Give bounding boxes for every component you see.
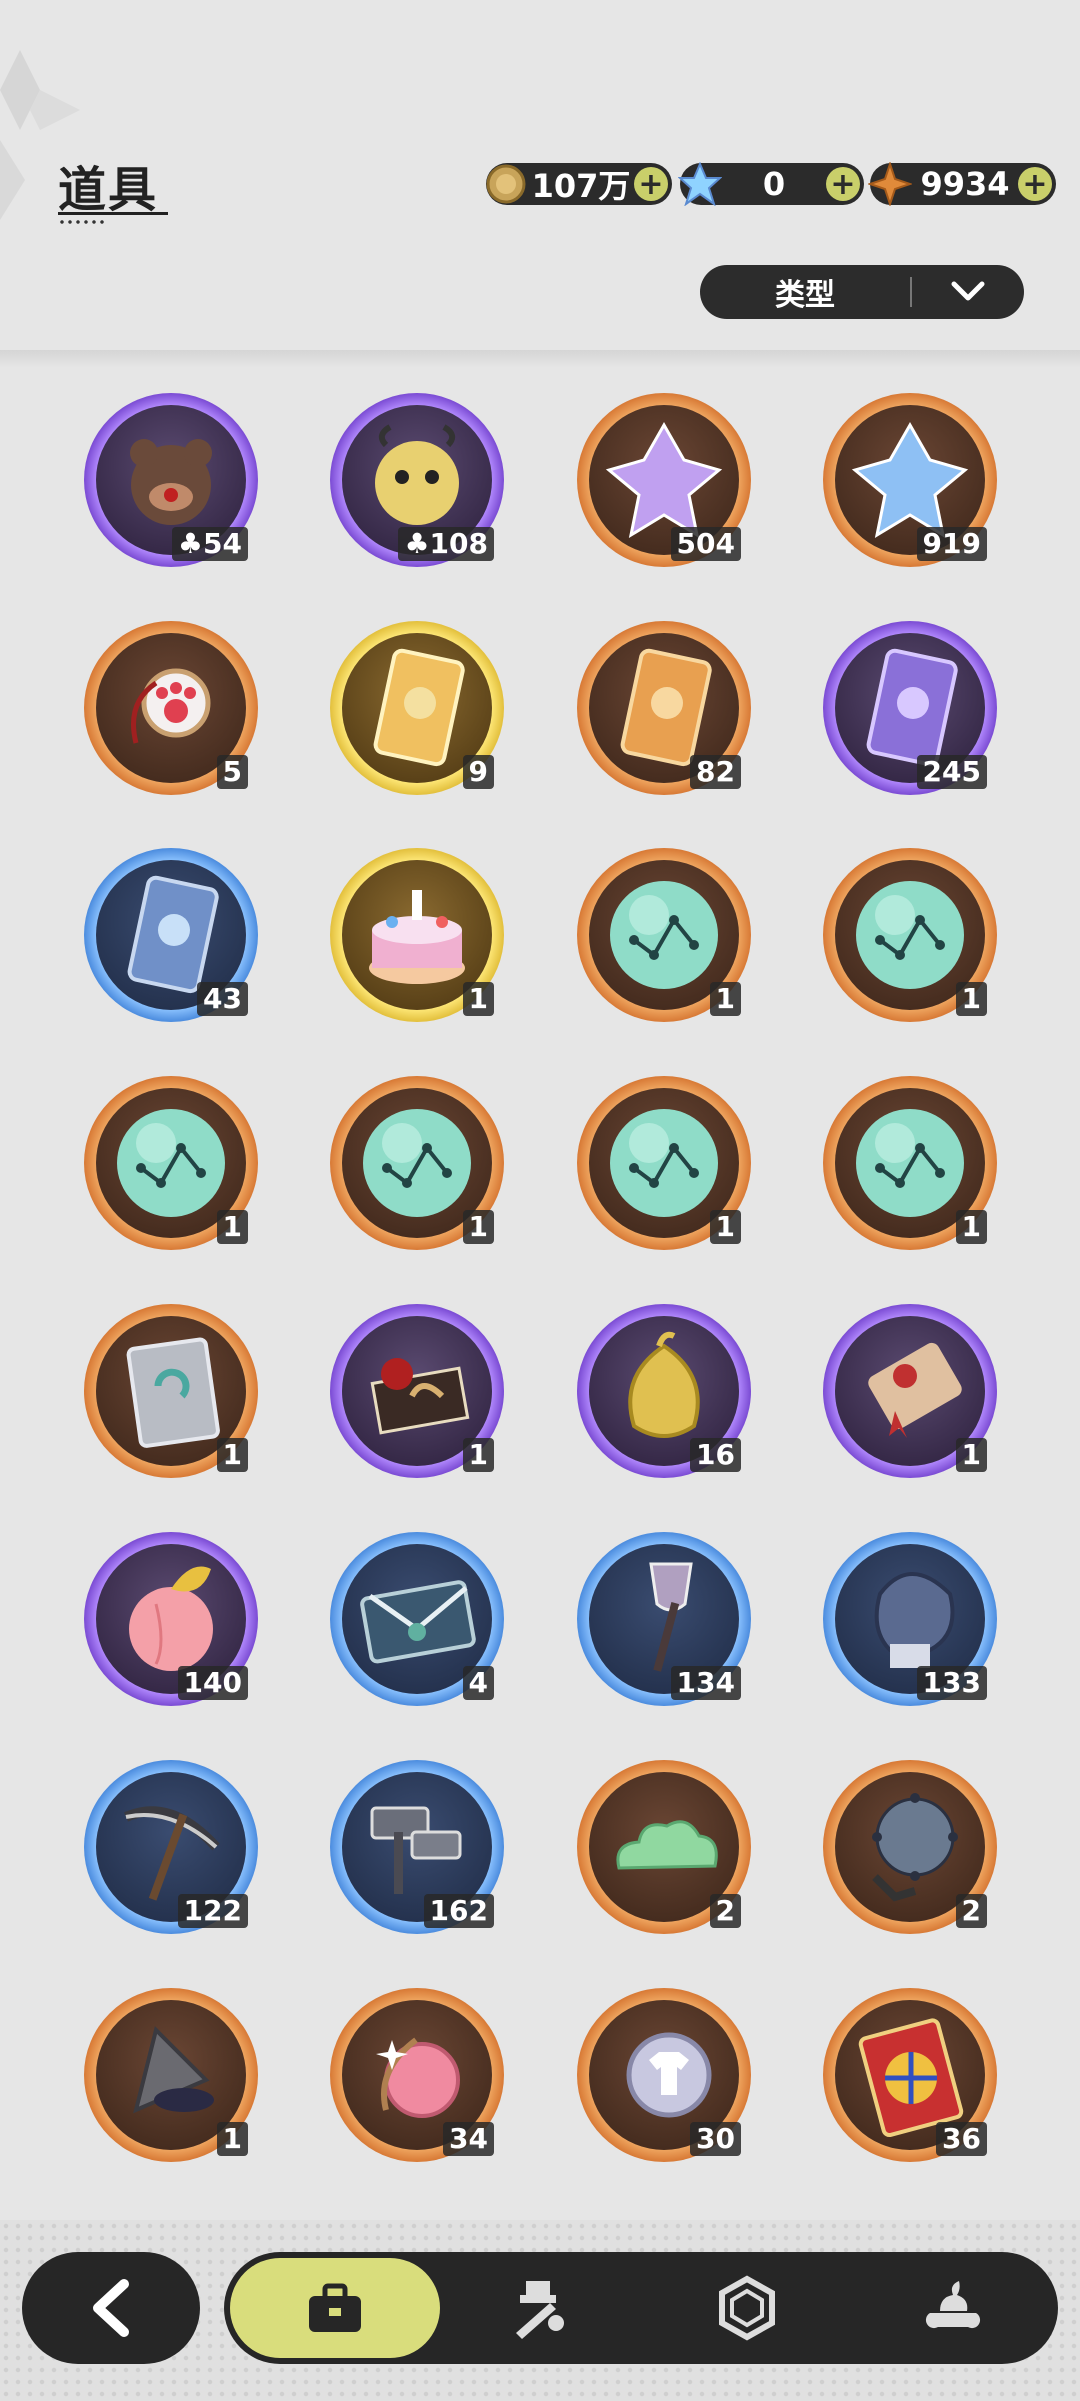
back-button[interactable] <box>22 2252 200 2364</box>
inventory-item[interactable]: 2 <box>823 1760 997 1934</box>
inventory-item[interactable]: 1 <box>823 1076 997 1250</box>
bottom-tab-bar <box>224 2252 1058 2364</box>
currency-crystal-value: 0 <box>762 165 786 203</box>
item-count: 36 <box>936 2122 987 2156</box>
item-count: 1 <box>216 1210 248 1244</box>
inventory-item[interactable]: 5 <box>84 621 258 795</box>
item-count: 9 <box>462 755 494 789</box>
forge-icon <box>516 2281 564 2339</box>
inventory-item[interactable]: 16 <box>577 1304 751 1478</box>
item-count: 1 <box>216 1438 248 1472</box>
inventory-item[interactable]: 30 <box>577 1988 751 2162</box>
item-count: 122 <box>177 1894 248 1928</box>
item-count: 1 <box>462 1438 494 1472</box>
title-underline <box>58 212 168 215</box>
item-count: 2 <box>955 1894 987 1928</box>
currency-crystal: 0 + <box>677 161 864 207</box>
inventory-item[interactable]: 140 <box>84 1532 258 1706</box>
item-count: 30 <box>690 2122 741 2156</box>
inventory-item[interactable]: 1 <box>330 1076 504 1250</box>
inventory-item[interactable]: 1 <box>330 848 504 1022</box>
item-count: 4 <box>462 1666 494 1700</box>
inventory-item[interactable]: 133 <box>823 1532 997 1706</box>
tab-hexagon[interactable] <box>642 2258 852 2358</box>
type-filter-dropdown[interactable]: 类型 <box>700 265 1024 319</box>
item-count: 919 <box>916 527 987 561</box>
item-count: 162 <box>423 1894 494 1928</box>
inventory-item[interactable]: 4 <box>330 1532 504 1706</box>
item-count: 1 <box>216 2122 248 2156</box>
add-gold-button[interactable]: + <box>634 167 668 202</box>
inventory-item[interactable]: 1 <box>84 1304 258 1478</box>
inventory-item[interactable]: 34 <box>330 1988 504 2162</box>
currency-star-gem: 9934 + <box>866 160 1056 208</box>
inventory-item[interactable]: 36 <box>823 1988 997 2162</box>
inventory-item[interactable]: 1 <box>577 1076 751 1250</box>
inventory-item[interactable]: 1 <box>823 1304 997 1478</box>
item-count: 1 <box>462 1210 494 1244</box>
inventory-item[interactable]: ♣108 <box>330 393 504 567</box>
item-count: 504 <box>670 527 741 561</box>
inventory-item[interactable]: 919 <box>823 393 997 567</box>
crystal-icon <box>677 161 723 207</box>
tab-forge[interactable] <box>436 2258 646 2358</box>
inventory-item[interactable]: 1 <box>84 1988 258 2162</box>
inventory-item[interactable]: 1 <box>577 848 751 1022</box>
item-count: 1 <box>955 1210 987 1244</box>
item-count: 1 <box>709 1210 741 1244</box>
inventory-item[interactable]: 1 <box>84 1076 258 1250</box>
item-count: ♣108 <box>398 527 494 561</box>
item-count: ♣54 <box>171 527 248 561</box>
inventory-item[interactable]: 82 <box>577 621 751 795</box>
inventory-item[interactable]: 162 <box>330 1760 504 1934</box>
inventory-item[interactable]: ♣54 <box>84 393 258 567</box>
filter-label: 类型 <box>775 278 835 313</box>
item-count: 134 <box>670 1666 741 1700</box>
tab-bag[interactable] <box>230 2258 440 2358</box>
item-count: 245 <box>916 755 987 789</box>
inventory-item[interactable]: 122 <box>84 1760 258 1934</box>
star-gem-icon <box>866 160 914 208</box>
bag-icon <box>309 2283 361 2332</box>
add-star-gem-button[interactable]: + <box>1018 167 1052 202</box>
page-title: 道具 <box>58 162 159 218</box>
inventory-item[interactable]: 2 <box>577 1760 751 1934</box>
hexagon-icon <box>719 2275 775 2341</box>
item-count: 16 <box>690 1438 741 1472</box>
chevron-down-icon <box>912 280 1024 304</box>
back-arrow-icon <box>93 2279 129 2337</box>
title-dots <box>58 220 108 224</box>
item-count: 133 <box>916 1666 987 1700</box>
item-count: 34 <box>443 2122 494 2156</box>
item-count: 1 <box>462 982 494 1016</box>
inventory-item[interactable]: 245 <box>823 621 997 795</box>
item-count: 2 <box>709 1894 741 1928</box>
inventory-item[interactable]: 134 <box>577 1532 751 1706</box>
inventory-item[interactable]: 1 <box>823 848 997 1022</box>
dessert-icon <box>925 2281 981 2329</box>
item-count: 1 <box>955 982 987 1016</box>
gold-coin-icon <box>484 162 528 206</box>
currency-gold: 107万 + <box>486 163 672 205</box>
list-top-shadow <box>0 350 1080 368</box>
currency-gold-value: 107万 <box>531 167 631 205</box>
item-count: 1 <box>709 982 741 1016</box>
add-crystal-button[interactable]: + <box>826 167 860 202</box>
item-count: 1 <box>955 1438 987 1472</box>
item-count: 43 <box>197 982 248 1016</box>
item-count: 5 <box>216 755 248 789</box>
item-count: 82 <box>690 755 741 789</box>
item-count: 140 <box>177 1666 248 1700</box>
tab-dessert[interactable] <box>848 2258 1058 2358</box>
currency-star-gem-value: 9934 <box>920 165 1010 203</box>
inventory-item[interactable]: 9 <box>330 621 504 795</box>
inventory-item[interactable]: 43 <box>84 848 258 1022</box>
inventory-item[interactable]: 1 <box>330 1304 504 1478</box>
inventory-item[interactable]: 504 <box>577 393 751 567</box>
